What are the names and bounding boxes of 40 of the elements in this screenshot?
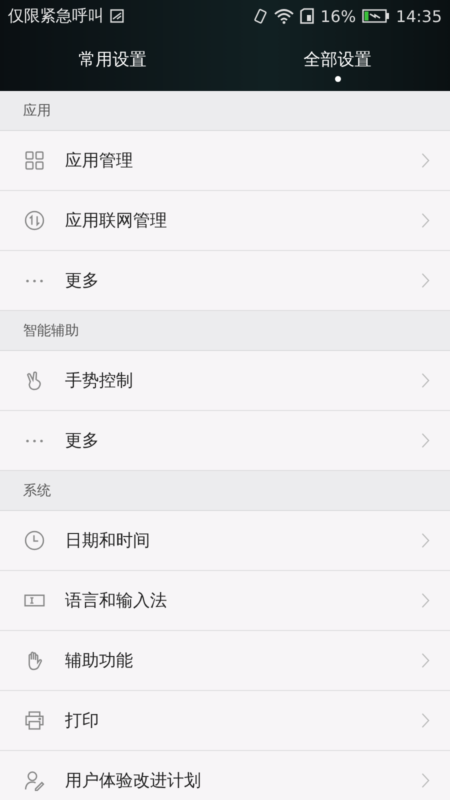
chevron-right-icon <box>421 372 430 389</box>
more-icon <box>24 278 45 284</box>
chevron-right-icon <box>421 532 430 549</box>
tab[interactable]: 全部设置 <box>225 32 450 91</box>
row-label: 应用联网管理 <box>65 210 168 232</box>
tab[interactable]: 常用设置 <box>0 32 225 91</box>
battery-percent: 16% <box>320 6 356 26</box>
arrows-circle-icon <box>24 210 45 231</box>
row-label: 语言和输入法 <box>65 590 168 612</box>
row-label: 用户体验改进计划 <box>65 770 202 792</box>
section-header: 系统 <box>0 471 450 511</box>
image-icon <box>110 9 124 23</box>
chevron-right-icon <box>421 712 430 729</box>
more-icon <box>24 438 45 444</box>
chevron-right-icon <box>421 592 430 609</box>
vibrate-icon <box>252 8 268 24</box>
row-label: 手势控制 <box>65 370 134 392</box>
row-label: 辅助功能 <box>65 650 134 672</box>
battery-icon <box>362 9 390 23</box>
row-label: 打印 <box>65 710 100 732</box>
sim-card-icon <box>300 8 314 24</box>
chevron-right-icon <box>421 652 430 669</box>
chevron-right-icon <box>421 772 430 789</box>
chevron-right-icon <box>421 272 430 289</box>
clock-text: 14:35 <box>396 6 442 26</box>
row-label: 应用管理 <box>65 150 134 172</box>
grid-icon <box>24 150 45 171</box>
printer-icon <box>24 710 45 731</box>
row-label: 更多 <box>65 430 100 452</box>
wifi-icon <box>274 8 294 24</box>
clock-icon <box>24 530 45 551</box>
chevron-right-icon <box>421 152 430 169</box>
row-label: 日期和时间 <box>65 530 151 552</box>
user-edit-icon <box>24 770 45 791</box>
row-label: 更多 <box>65 270 100 292</box>
section-header: 智能辅助 <box>0 311 450 351</box>
chevron-right-icon <box>421 432 430 449</box>
chevron-right-icon <box>421 212 430 229</box>
carrier-text: 仅限紧急呼叫 <box>8 6 104 26</box>
section-header: 应用 <box>0 91 450 131</box>
